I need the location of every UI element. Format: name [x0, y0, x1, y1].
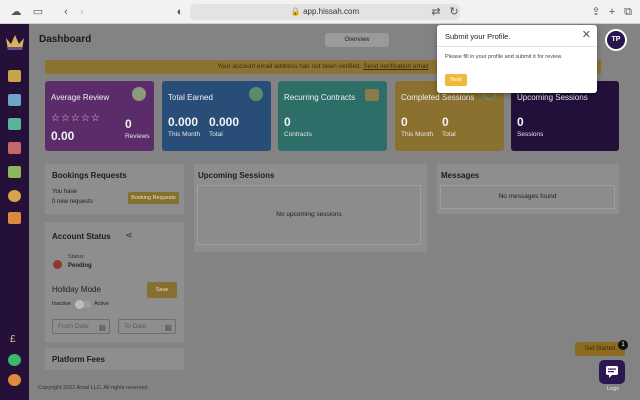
- chat-icon: [606, 366, 618, 378]
- contract-icon: [365, 89, 379, 101]
- upcoming-sessions-label: Sessions: [517, 131, 544, 138]
- money-bag-icon: [249, 87, 263, 101]
- upcoming-sessions-title: Upcoming Sessions: [198, 171, 275, 180]
- completed-total-label: Total: [442, 131, 456, 138]
- to-date-placeholder: To Date: [124, 323, 147, 330]
- send-verification-link[interactable]: Send verification email: [363, 63, 428, 70]
- card-title: Upcoming Sessions: [517, 93, 588, 102]
- upcoming-sessions-empty: No upcoming sessions: [197, 185, 421, 245]
- status-dot-icon: [53, 260, 62, 269]
- reviews-label: Reviews: [125, 133, 150, 140]
- booking-requests-button[interactable]: Booking Requests: [128, 192, 179, 204]
- status-label: Status: [68, 254, 84, 260]
- popover-title: Submit your Profile.: [445, 32, 511, 41]
- icloud-icon[interactable]: ☁: [8, 4, 24, 20]
- upcoming-sessions-value: 0: [517, 115, 524, 129]
- card-title: Completed Sessions: [401, 93, 475, 102]
- alert-text: Your account email address has not been …: [217, 63, 362, 70]
- bookings-line1: You have: [52, 189, 77, 195]
- account-status-title: Account Status: [52, 232, 111, 241]
- sidebar-item-reports-icon[interactable]: [8, 212, 21, 224]
- copyright-text: Copyright 2021 Amal LLC. All rights rese…: [38, 385, 149, 391]
- card-title: Recurring Contracts: [284, 93, 356, 102]
- card-recurring-contracts: Recurring Contracts 0 Contracts: [278, 81, 387, 151]
- card-average-review: Average Review ☆☆☆☆☆ 0.00 0 Reviews: [45, 81, 154, 151]
- medal-icon: [132, 87, 146, 101]
- from-date-input[interactable]: From Date ▦: [52, 319, 110, 334]
- sidebar-item-wallet-icon[interactable]: [8, 166, 21, 178]
- earned-this-month-value: 0.000: [168, 115, 199, 129]
- popover-body: Please fill in your profile and submit i…: [445, 54, 563, 60]
- messages-title: Messages: [441, 171, 480, 180]
- popover-divider: [437, 46, 597, 47]
- save-button[interactable]: Save: [147, 282, 177, 298]
- card-total-earned: Total Earned 0.000 This Month 0.000 Tota…: [162, 81, 271, 151]
- contracts-label: Contracts: [284, 131, 312, 138]
- earned-total-value: 0.000: [209, 115, 240, 129]
- page-title: Dashboard: [39, 34, 92, 45]
- share-icon[interactable]: ⇪: [588, 4, 604, 20]
- sidebar: £: [0, 24, 29, 400]
- completed-this-month-value: 0: [401, 115, 408, 129]
- messages-empty: No messages found: [440, 185, 615, 209]
- active-label: Active: [94, 301, 109, 307]
- rating-stars: ☆☆☆☆☆: [51, 113, 101, 124]
- account-status-panel: Account Status ⋖ Status Pending Holiday …: [45, 222, 184, 342]
- calendar-icon: ▦: [98, 323, 106, 332]
- reviews-count: 0: [125, 117, 132, 131]
- completed-this-month-label: This Month: [401, 131, 434, 138]
- card-title: Average Review: [51, 93, 110, 102]
- status-value: Pending: [68, 263, 92, 269]
- share-nodes-icon[interactable]: ⋖: [125, 230, 133, 241]
- currency-icon[interactable]: £: [10, 334, 16, 345]
- lock-icon: 🔒: [290, 7, 304, 16]
- url-bar[interactable]: 🔒 app.hissah.com: [190, 4, 460, 20]
- notifications-icon[interactable]: [8, 374, 21, 386]
- card-title: Total Earned: [168, 93, 213, 102]
- bookings-line2: 0 new requests: [52, 199, 93, 205]
- widget-logo-label: Logo: [607, 386, 620, 392]
- sidebar-item-dashboard-icon[interactable]: [8, 70, 21, 82]
- platform-fees-panel: Platform Fees: [45, 348, 184, 370]
- next-button[interactable]: Next: [445, 74, 467, 86]
- bookings-title: Bookings Requests: [52, 171, 127, 180]
- sidebar-item-award-icon[interactable]: [8, 190, 21, 202]
- crown-logo-icon[interactable]: [4, 32, 26, 52]
- upcoming-sessions-panel: Upcoming Sessions No upcoming sessions: [194, 164, 427, 252]
- holiday-mode-toggle[interactable]: [75, 300, 91, 309]
- sidebar-item-chat-icon[interactable]: [8, 118, 21, 130]
- reload-icon[interactable]: ↻: [446, 4, 462, 20]
- calendar-icon: ▦: [164, 323, 172, 332]
- new-tab-icon[interactable]: +: [604, 4, 620, 20]
- inactive-label: Inactive: [52, 301, 71, 307]
- sidebar-item-calendar-icon[interactable]: [8, 142, 21, 154]
- holiday-mode-label: Holiday Mode: [52, 285, 101, 294]
- back-icon[interactable]: ‹: [58, 4, 74, 20]
- earned-total-label: Total: [209, 131, 223, 138]
- contracts-value: 0: [284, 115, 291, 129]
- translate-icon[interactable]: ⇄: [428, 4, 444, 20]
- sidebar-toggle-icon[interactable]: ▭: [30, 4, 46, 20]
- url-text: app.hissah.com: [303, 7, 360, 16]
- whatsapp-icon[interactable]: [8, 354, 21, 366]
- platform-fees-title: Platform Fees: [52, 355, 105, 364]
- forward-icon[interactable]: ›: [74, 4, 90, 20]
- messages-panel: Messages No messages found: [437, 164, 619, 214]
- close-icon[interactable]: ✕: [582, 28, 591, 41]
- from-date-placeholder: From Date: [58, 323, 89, 330]
- submit-profile-popover: Submit your Profile. ✕ Please fill in yo…: [437, 25, 597, 93]
- average-review-value: 0.00: [51, 129, 75, 143]
- to-date-input[interactable]: To Date ▦: [118, 319, 176, 334]
- sidebar-item-sessions-icon[interactable]: [8, 94, 21, 106]
- shield-icon[interactable]: ◐: [172, 4, 188, 20]
- bookings-panel: Bookings Requests You have 0 new request…: [45, 164, 184, 214]
- notification-badge: 1: [618, 340, 628, 350]
- overview-button[interactable]: Overview: [325, 33, 389, 47]
- avatar[interactable]: TP: [605, 29, 627, 51]
- earned-this-month-label: This Month: [168, 131, 201, 138]
- browser-toolbar: ☁ ▭ ‹ › ◐ 🔒 app.hissah.com ⇄ ↻ ⇪ + ⧉: [0, 0, 640, 24]
- chat-widget-button[interactable]: [599, 360, 625, 384]
- completed-total-value: 0: [442, 115, 449, 129]
- tabs-overview-icon[interactable]: ⧉: [620, 4, 636, 20]
